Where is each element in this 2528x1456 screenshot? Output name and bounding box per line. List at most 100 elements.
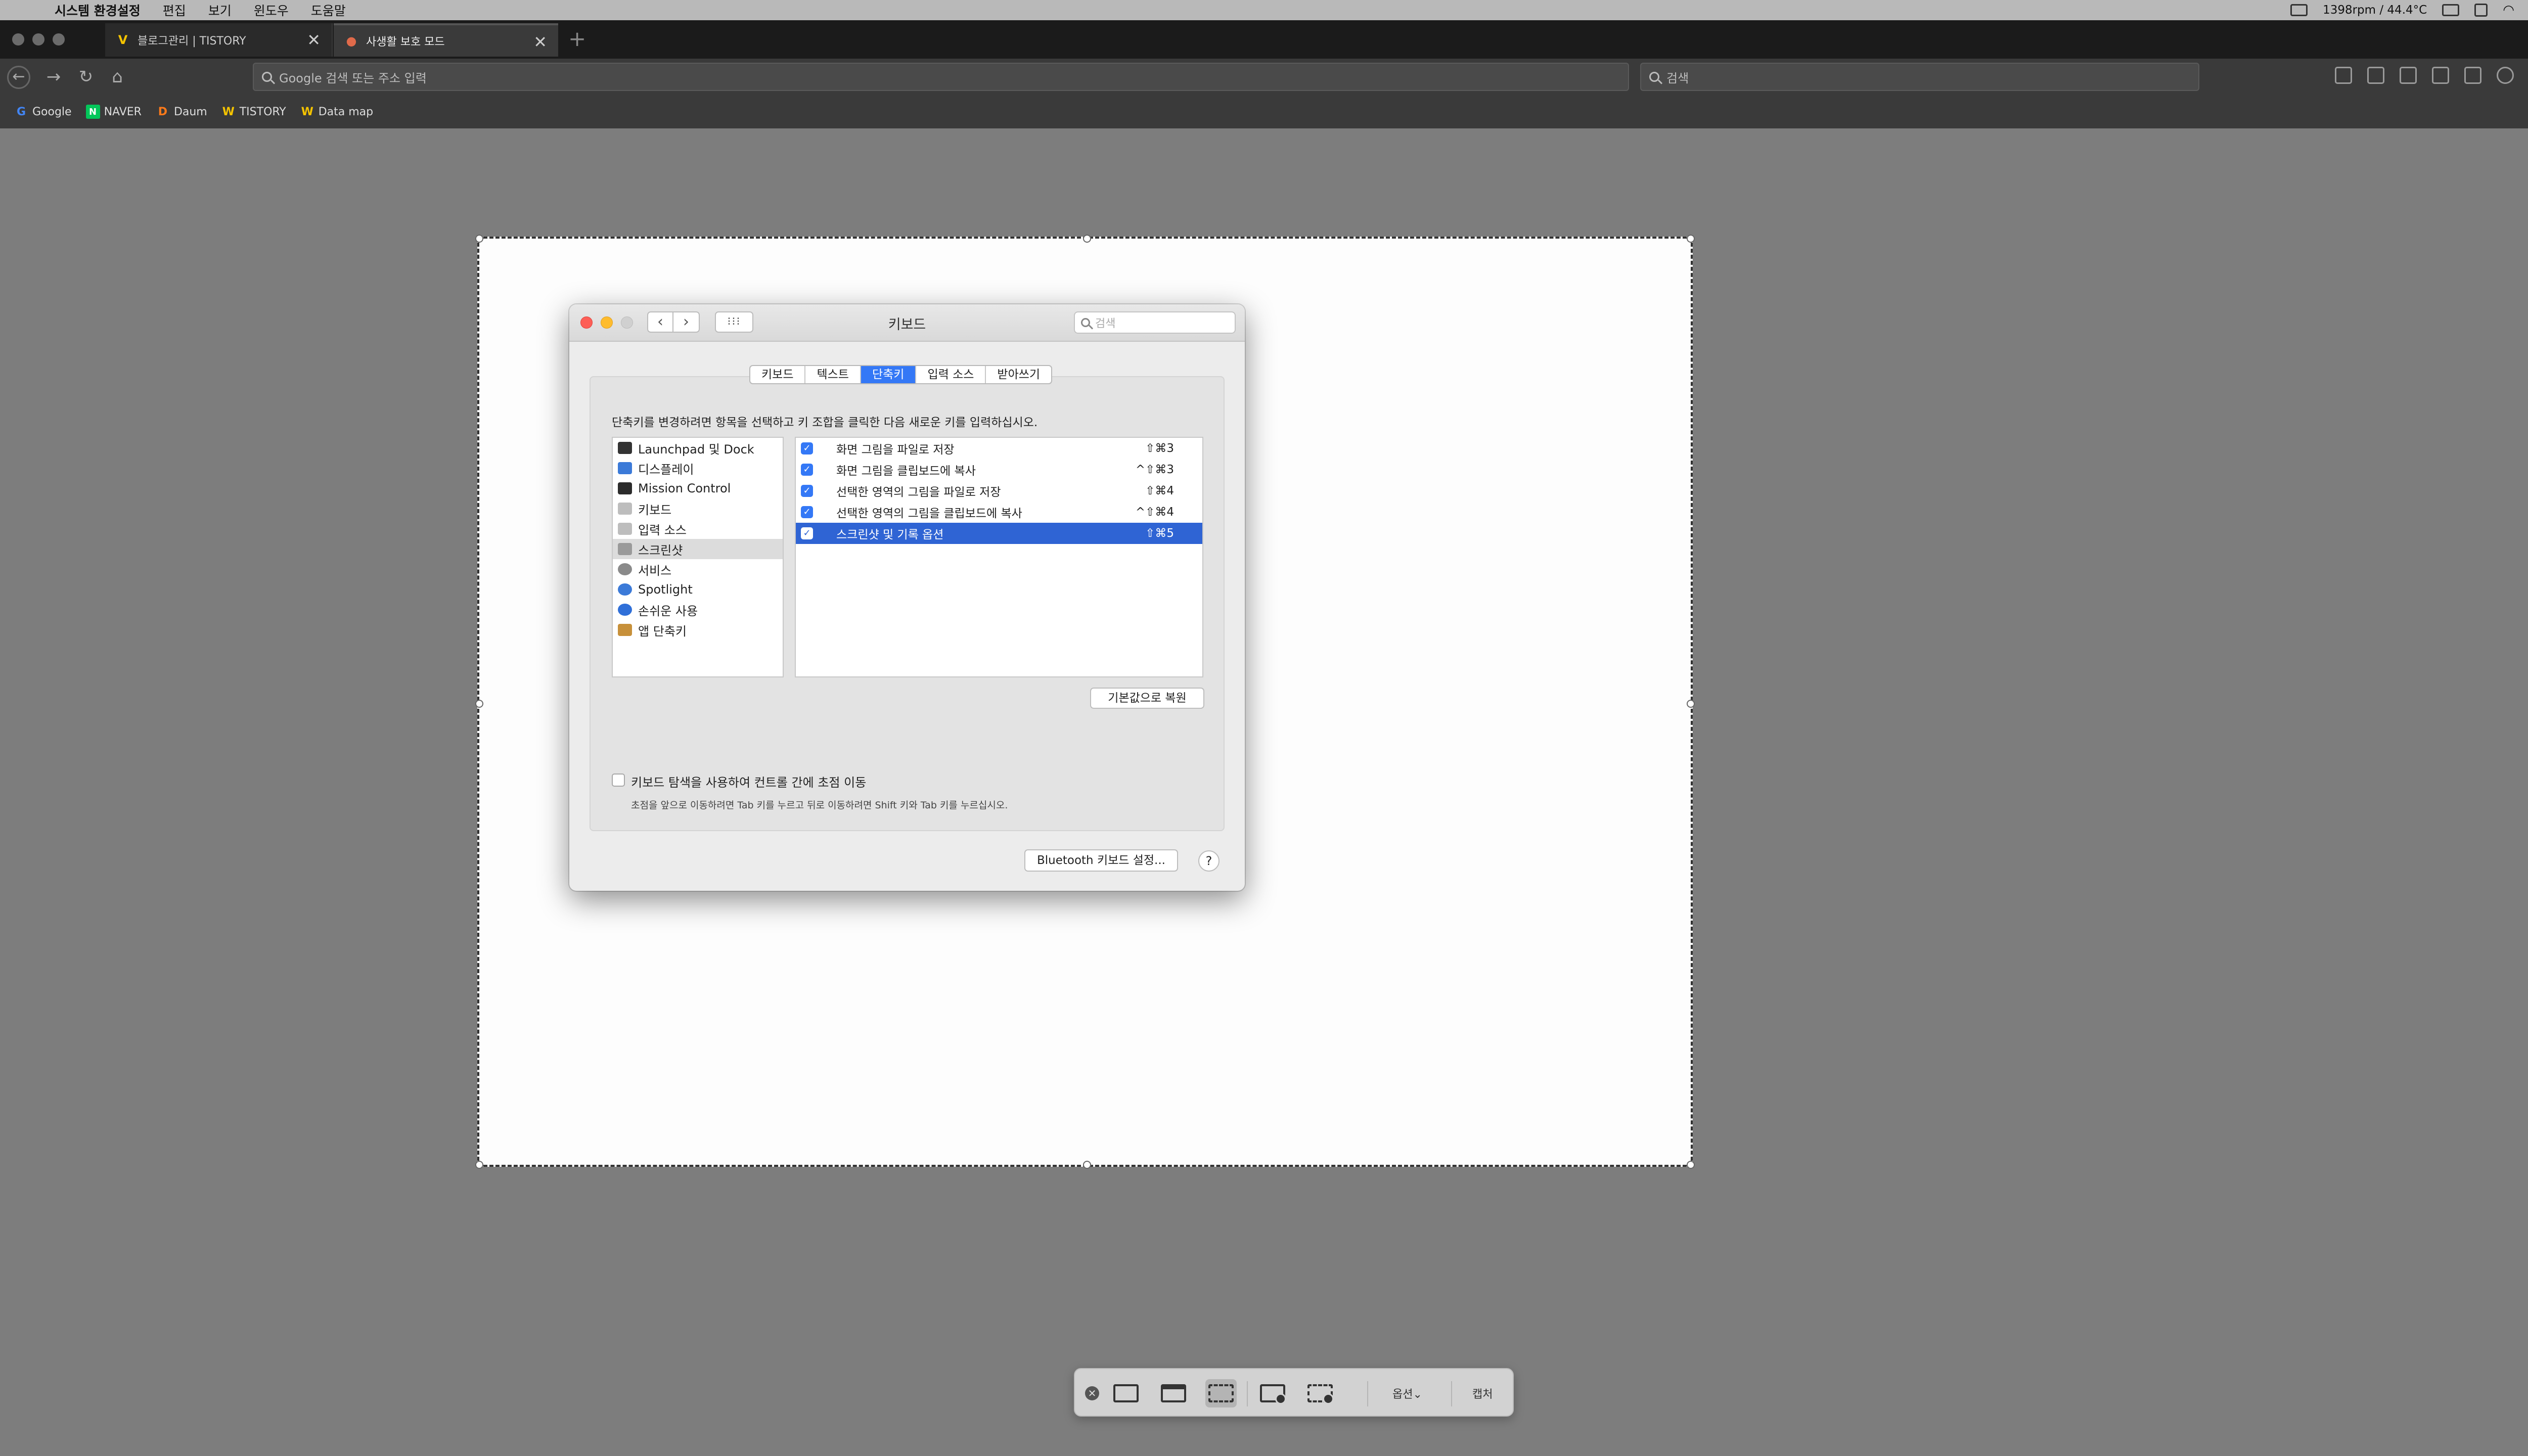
services-gear-icon [618, 563, 632, 575]
tab-close-icon[interactable]: ✕ [533, 32, 547, 52]
category-services[interactable]: 서비스 [613, 559, 783, 579]
shortcut-label: 선택한 영역의 그림을 파일로 저장 [836, 486, 1001, 499]
url-bar[interactable]: Google 검색 또는 주소 입력 [253, 63, 1629, 91]
bluetooth-keyboard-setup-button[interactable]: Bluetooth 키보드 설정... [1024, 849, 1178, 872]
capture-selection-icon[interactable] [1205, 1379, 1237, 1407]
shortcut-row[interactable]: ✓ 화면 그림을 클립보드에 복사 ^⇧⌘3 [796, 459, 1202, 480]
capture-window-icon[interactable] [1158, 1379, 1189, 1407]
tab-input-sources[interactable]: 입력 소스 [916, 366, 986, 383]
category-accessibility[interactable]: 손쉬운 사용 [613, 600, 783, 620]
shortcut-keys[interactable]: ^⇧⌘4 [1136, 506, 1174, 519]
category-launchpad-dock[interactable]: Launchpad 및 Dock [613, 438, 783, 458]
input-menu-icon[interactable] [2474, 4, 2488, 17]
category-app-shortcuts[interactable]: 앱 단축키 [613, 620, 783, 640]
category-input-sources[interactable]: 입력 소스 [613, 519, 783, 539]
wifi-icon[interactable]: ◠ [2503, 3, 2514, 18]
capture-entire-screen-icon[interactable] [1110, 1379, 1142, 1407]
help-button[interactable]: ? [1198, 850, 1220, 872]
home-icon[interactable]: ⌂ [106, 66, 128, 88]
keyboard-navigation-label: 키보드 탐색을 사용하여 컨트롤 간에 초점 이동 [631, 776, 867, 790]
shortcut-keys[interactable]: ⇧⌘5 [1145, 527, 1174, 540]
selection-handle[interactable] [1083, 1161, 1091, 1169]
window-close-button[interactable] [12, 33, 24, 46]
selection-handle[interactable] [1687, 1161, 1695, 1169]
forward-arrow-icon[interactable]: → [42, 66, 65, 88]
capture-button[interactable]: 캡처 [1472, 1385, 1493, 1414]
category-display[interactable]: 디스플레이 [613, 458, 783, 478]
selection-handle[interactable] [1083, 235, 1091, 243]
selection-handle[interactable] [1687, 700, 1695, 708]
tab-keyboard[interactable]: 키보드 [750, 366, 806, 383]
shortcut-keys[interactable]: ^⇧⌘3 [1136, 463, 1174, 476]
selection-handle[interactable] [1687, 235, 1695, 243]
category-label: 키보드 [638, 503, 672, 517]
shortcut-row[interactable]: ✓ 선택한 영역의 그림을 파일로 저장 ⇧⌘4 [796, 480, 1202, 502]
category-screenshots[interactable]: 스크린샷 [613, 539, 783, 559]
close-icon[interactable]: ✕ [1085, 1386, 1099, 1400]
shortcut-row[interactable]: ✓ 선택한 영역의 그림을 클립보드에 복사 ^⇧⌘4 [796, 502, 1202, 523]
checkbox-checked[interactable]: ✓ [801, 442, 813, 454]
category-mission-control[interactable]: Mission Control [613, 478, 783, 498]
checkbox-checked[interactable]: ✓ [801, 506, 813, 518]
bookmark-daum[interactable]: D Daum [156, 105, 207, 119]
category-keyboard[interactable]: 키보드 [613, 498, 783, 519]
window-minimize-button[interactable] [32, 33, 44, 46]
selection-handle[interactable] [475, 700, 483, 708]
tab-shortcuts[interactable]: 단축키 [861, 366, 917, 383]
tab-dictation[interactable]: 받아쓰기 [986, 366, 1051, 383]
apple-menu-icon[interactable] [20, 3, 32, 17]
google-favicon-icon: G [16, 105, 26, 118]
menu-app-name[interactable]: 시스템 환경설정 [55, 1, 141, 19]
search-bar[interactable]: 검색 [1640, 63, 2199, 91]
tistory-favicon-icon: W [301, 105, 313, 118]
airplay-icon[interactable] [2442, 4, 2460, 16]
prefs-search-field[interactable]: 검색 [1074, 311, 1236, 334]
record-selection-icon[interactable] [1304, 1379, 1336, 1407]
selection-handle[interactable] [475, 1161, 483, 1169]
checkbox-checked[interactable]: ✓ [801, 464, 813, 476]
bookmark-data-map[interactable]: W Data map [300, 105, 374, 119]
selection-handle[interactable] [475, 235, 483, 243]
bookmark-naver[interactable]: N NAVER [85, 105, 142, 119]
downloads-icon[interactable] [2400, 67, 2417, 84]
tab-close-icon[interactable]: ✕ [307, 30, 321, 50]
bookmark-tistory[interactable]: W TISTORY [221, 105, 286, 119]
window-zoom-button[interactable] [53, 33, 65, 46]
reader-glasses-icon[interactable] [2335, 67, 2352, 84]
category-spotlight[interactable]: Spotlight [613, 579, 783, 600]
record-entire-screen-icon[interactable] [1257, 1379, 1288, 1407]
tab-private-mode[interactable]: ● 사생활 보호 모드 ✕ [334, 23, 558, 57]
menu-window[interactable]: 윈도우 [254, 1, 289, 19]
checkbox-checked[interactable]: ✓ [801, 527, 813, 539]
sidebar-icon[interactable] [2464, 67, 2481, 84]
menu-view[interactable]: 보기 [208, 1, 232, 19]
keyboard-navigation-description: 초점을 앞으로 이동하려면 Tab 키를 누르고 뒤로 이동하려면 Shift … [631, 800, 1008, 811]
mission-control-icon [618, 482, 632, 494]
menu-edit[interactable]: 편집 [163, 1, 186, 19]
tab-label: 사생활 보호 모드 [366, 36, 445, 49]
back-arrow-icon[interactable]: ← [7, 66, 30, 89]
shortcut-row[interactable]: ✓ 화면 그림을 파일로 저장 ⇧⌘3 [796, 438, 1202, 459]
menu-help[interactable]: 도움말 [311, 1, 346, 19]
tab-text[interactable]: 텍스트 [805, 366, 861, 383]
display-status-icon[interactable] [2290, 4, 2308, 16]
reload-icon[interactable]: ↻ [75, 66, 97, 88]
browser-tab-strip: V 블로그관리 | TISTORY ✕ ● 사생활 보호 모드 ✕ + [0, 20, 2528, 59]
tistory-favicon-icon: W [222, 105, 235, 118]
keyboard-navigation-checkbox[interactable] [612, 774, 625, 787]
shortcut-keys[interactable]: ⇧⌘4 [1145, 484, 1174, 497]
options-dropdown[interactable]: 옵션⌄ [1392, 1385, 1422, 1414]
checkbox-checked[interactable]: ✓ [801, 485, 813, 497]
tab-tistory[interactable]: V 블로그관리 | TISTORY ✕ [105, 23, 333, 57]
library-icon[interactable] [2432, 67, 2449, 84]
screenshot-tool-icon[interactable] [2367, 67, 2384, 84]
fan-status[interactable]: 1398rpm / 44.4°C [2323, 4, 2427, 17]
shortcut-row-selected[interactable]: ✓ 스크린샷 및 기록 옵션 ⇧⌘5 [796, 523, 1202, 544]
new-tab-plus-icon[interactable]: + [568, 26, 586, 51]
bookmark-google[interactable]: G Google [14, 105, 72, 119]
shortcut-keys[interactable]: ⇧⌘3 [1145, 442, 1174, 455]
shortcut-label: 선택한 영역의 그림을 클립보드에 복사 [836, 507, 1022, 520]
account-icon[interactable] [2497, 67, 2514, 84]
restore-defaults-button[interactable]: 기본값으로 복원 [1090, 688, 1204, 709]
search-icon [1649, 72, 1659, 82]
